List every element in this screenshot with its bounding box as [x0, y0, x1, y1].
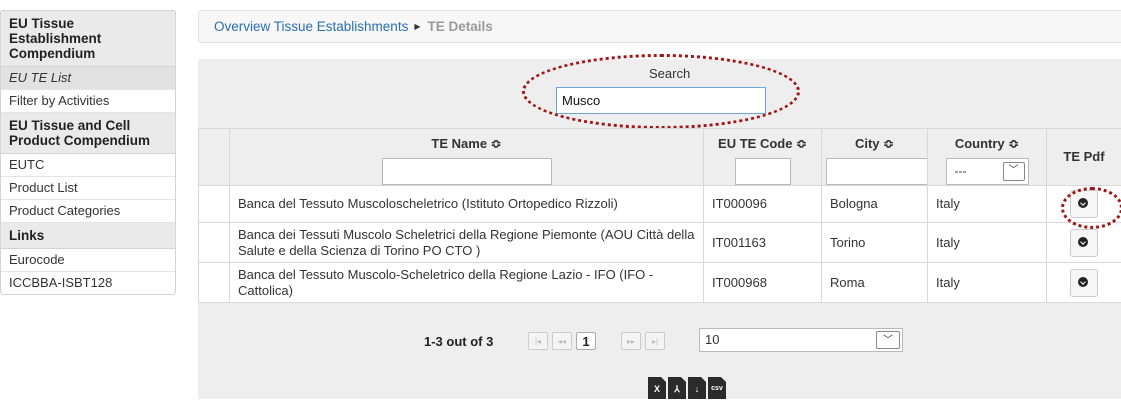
cell-country: Italy [928, 186, 1047, 223]
breadcrumb: Overview Tissue Establishments ▶ TE Detail… [198, 10, 1121, 43]
column-label-city: City ≎ [855, 136, 894, 151]
cell-te-pdf [1047, 263, 1121, 303]
pagination-info: 1-3 out of 3 [424, 334, 493, 349]
sidebar-item-eutc[interactable]: EUTC [1, 154, 175, 177]
search-input[interactable] [556, 87, 766, 114]
cell-eu-te-code: IT000968 [704, 263, 822, 303]
filter-country-select[interactable]: ---﹀ [946, 158, 1029, 185]
chevron-down-icon: ﹀ [876, 331, 900, 349]
column-header-te-name[interactable]: TE Name ≎ [230, 129, 704, 186]
column-header-te-pdf: TE Pdf [1047, 129, 1121, 186]
cell-city: Bologna [822, 186, 928, 223]
table-row[interactable]: Banca dei Tessuti Muscolo Scheletrici de… [199, 223, 1121, 263]
cell-te-name: Banca dei Tessuti Muscolo Scheletrici de… [230, 223, 704, 263]
column-header-country[interactable]: Country ≎ ---﹀ [928, 129, 1047, 186]
sidebar-heading-product-compendium: EU Tissue and Cell Product Compendium [1, 113, 175, 154]
breadcrumb-link-overview[interactable]: Overview Tissue Establishments [214, 19, 408, 34]
sidebar-item-iccbba-isbt128[interactable]: ICCBBA-ISBT128 [1, 272, 175, 294]
cell-eu-te-code: IT001163 [704, 223, 822, 263]
search-label: Search [649, 66, 690, 81]
table-header-row: TE Name ≎ EU TE Code ≎ City ≎ Country ≎ … [199, 129, 1121, 186]
sidebar-item-product-categories[interactable]: Product Categories [1, 200, 175, 223]
pdf-download-button[interactable] [1070, 269, 1098, 297]
row-select-cell[interactable] [199, 263, 230, 303]
te-list-panel: Search TE Name ≎ EU TE Code ≎ City ≎ Cou… [198, 59, 1121, 399]
sidebar-item-eurocode[interactable]: Eurocode [1, 249, 175, 272]
pdf-download-button[interactable] [1070, 190, 1098, 218]
row-select-cell[interactable] [199, 186, 230, 223]
cell-country: Italy [928, 263, 1047, 303]
filter-eu-te-code[interactable] [735, 158, 791, 185]
row-select-cell[interactable] [199, 223, 230, 263]
page-size-value: 10 [705, 332, 719, 347]
filter-city[interactable] [826, 158, 931, 185]
sidebar-heading-te-compendium: EU Tissue Establishment Compendium [1, 11, 175, 67]
sidebar: EU Tissue Establishment Compendium EU TE… [0, 10, 176, 295]
country-select-value: --- [947, 159, 1000, 184]
csv-export-icon[interactable]: csv [708, 377, 726, 399]
column-header-eu-te-code[interactable]: EU TE Code ≎ [704, 129, 822, 186]
column-label-eu-te-code: EU TE Code ≎ [718, 136, 807, 151]
chevron-down-icon: ﹀ [1003, 162, 1025, 181]
pdf-export-icon[interactable]: ⅄ [668, 377, 686, 399]
te-table: TE Name ≎ EU TE Code ≎ City ≎ Country ≎ … [198, 128, 1121, 303]
cell-city: Torino [822, 223, 928, 263]
cell-te-pdf [1047, 223, 1121, 263]
sidebar-item-product-list[interactable]: Product List [1, 177, 175, 200]
cell-te-name: Banca del Tessuto Muscolo-Scheletrico de… [230, 263, 704, 303]
sidebar-heading-links: Links [1, 223, 175, 249]
circle-arrow-icon [1078, 277, 1088, 287]
circle-arrow-icon [1078, 198, 1088, 208]
cell-te-name: Banca del Tessuto Muscoloscheletrico (Is… [230, 186, 704, 223]
download-icon[interactable]: ↓ [688, 377, 706, 399]
first-page-icon[interactable]: |◂ [528, 332, 548, 350]
filter-te-name[interactable] [382, 158, 552, 185]
excel-export-icon[interactable]: X [648, 377, 666, 399]
sidebar-item-eu-te-list[interactable]: EU TE List [1, 67, 175, 90]
column-header-city[interactable]: City ≎ [822, 129, 928, 186]
sidebar-item-filter-by-activities[interactable]: Filter by Activities [1, 90, 175, 113]
table-row[interactable]: Banca del Tessuto Muscolo-Scheletrico de… [199, 263, 1121, 303]
previous-page-icon[interactable]: ◂◂ [552, 332, 572, 350]
last-page-icon[interactable]: ▸| [645, 332, 665, 350]
cell-te-pdf [1047, 186, 1121, 223]
cell-city: Roma [822, 263, 928, 303]
breadcrumb-separator-icon: ▶ [414, 22, 420, 31]
circle-arrow-icon [1078, 237, 1088, 247]
select-column-header [199, 129, 230, 186]
table-row[interactable]: Banca del Tessuto Muscoloscheletrico (Is… [199, 186, 1121, 223]
column-label-country: Country ≎ [955, 136, 1019, 151]
pdf-download-button[interactable] [1070, 229, 1098, 257]
cell-country: Italy [928, 223, 1047, 263]
column-label-te-name: TE Name ≎ [431, 136, 501, 151]
page-size-select[interactable]: 10 ﹀ [699, 328, 903, 352]
column-label-te-pdf: TE Pdf [1063, 149, 1104, 164]
cell-eu-te-code: IT000096 [704, 186, 822, 223]
page-button-current[interactable]: 1 [576, 332, 596, 350]
pagination-bar: 1-3 out of 3 |◂ ◂◂ 1 ▸▸ ▸| 10 ﹀ [198, 321, 1121, 357]
next-page-icon[interactable]: ▸▸ [621, 332, 641, 350]
breadcrumb-current: TE Details [427, 19, 492, 34]
export-toolbar: X ⅄ ↓ csv [648, 377, 726, 399]
